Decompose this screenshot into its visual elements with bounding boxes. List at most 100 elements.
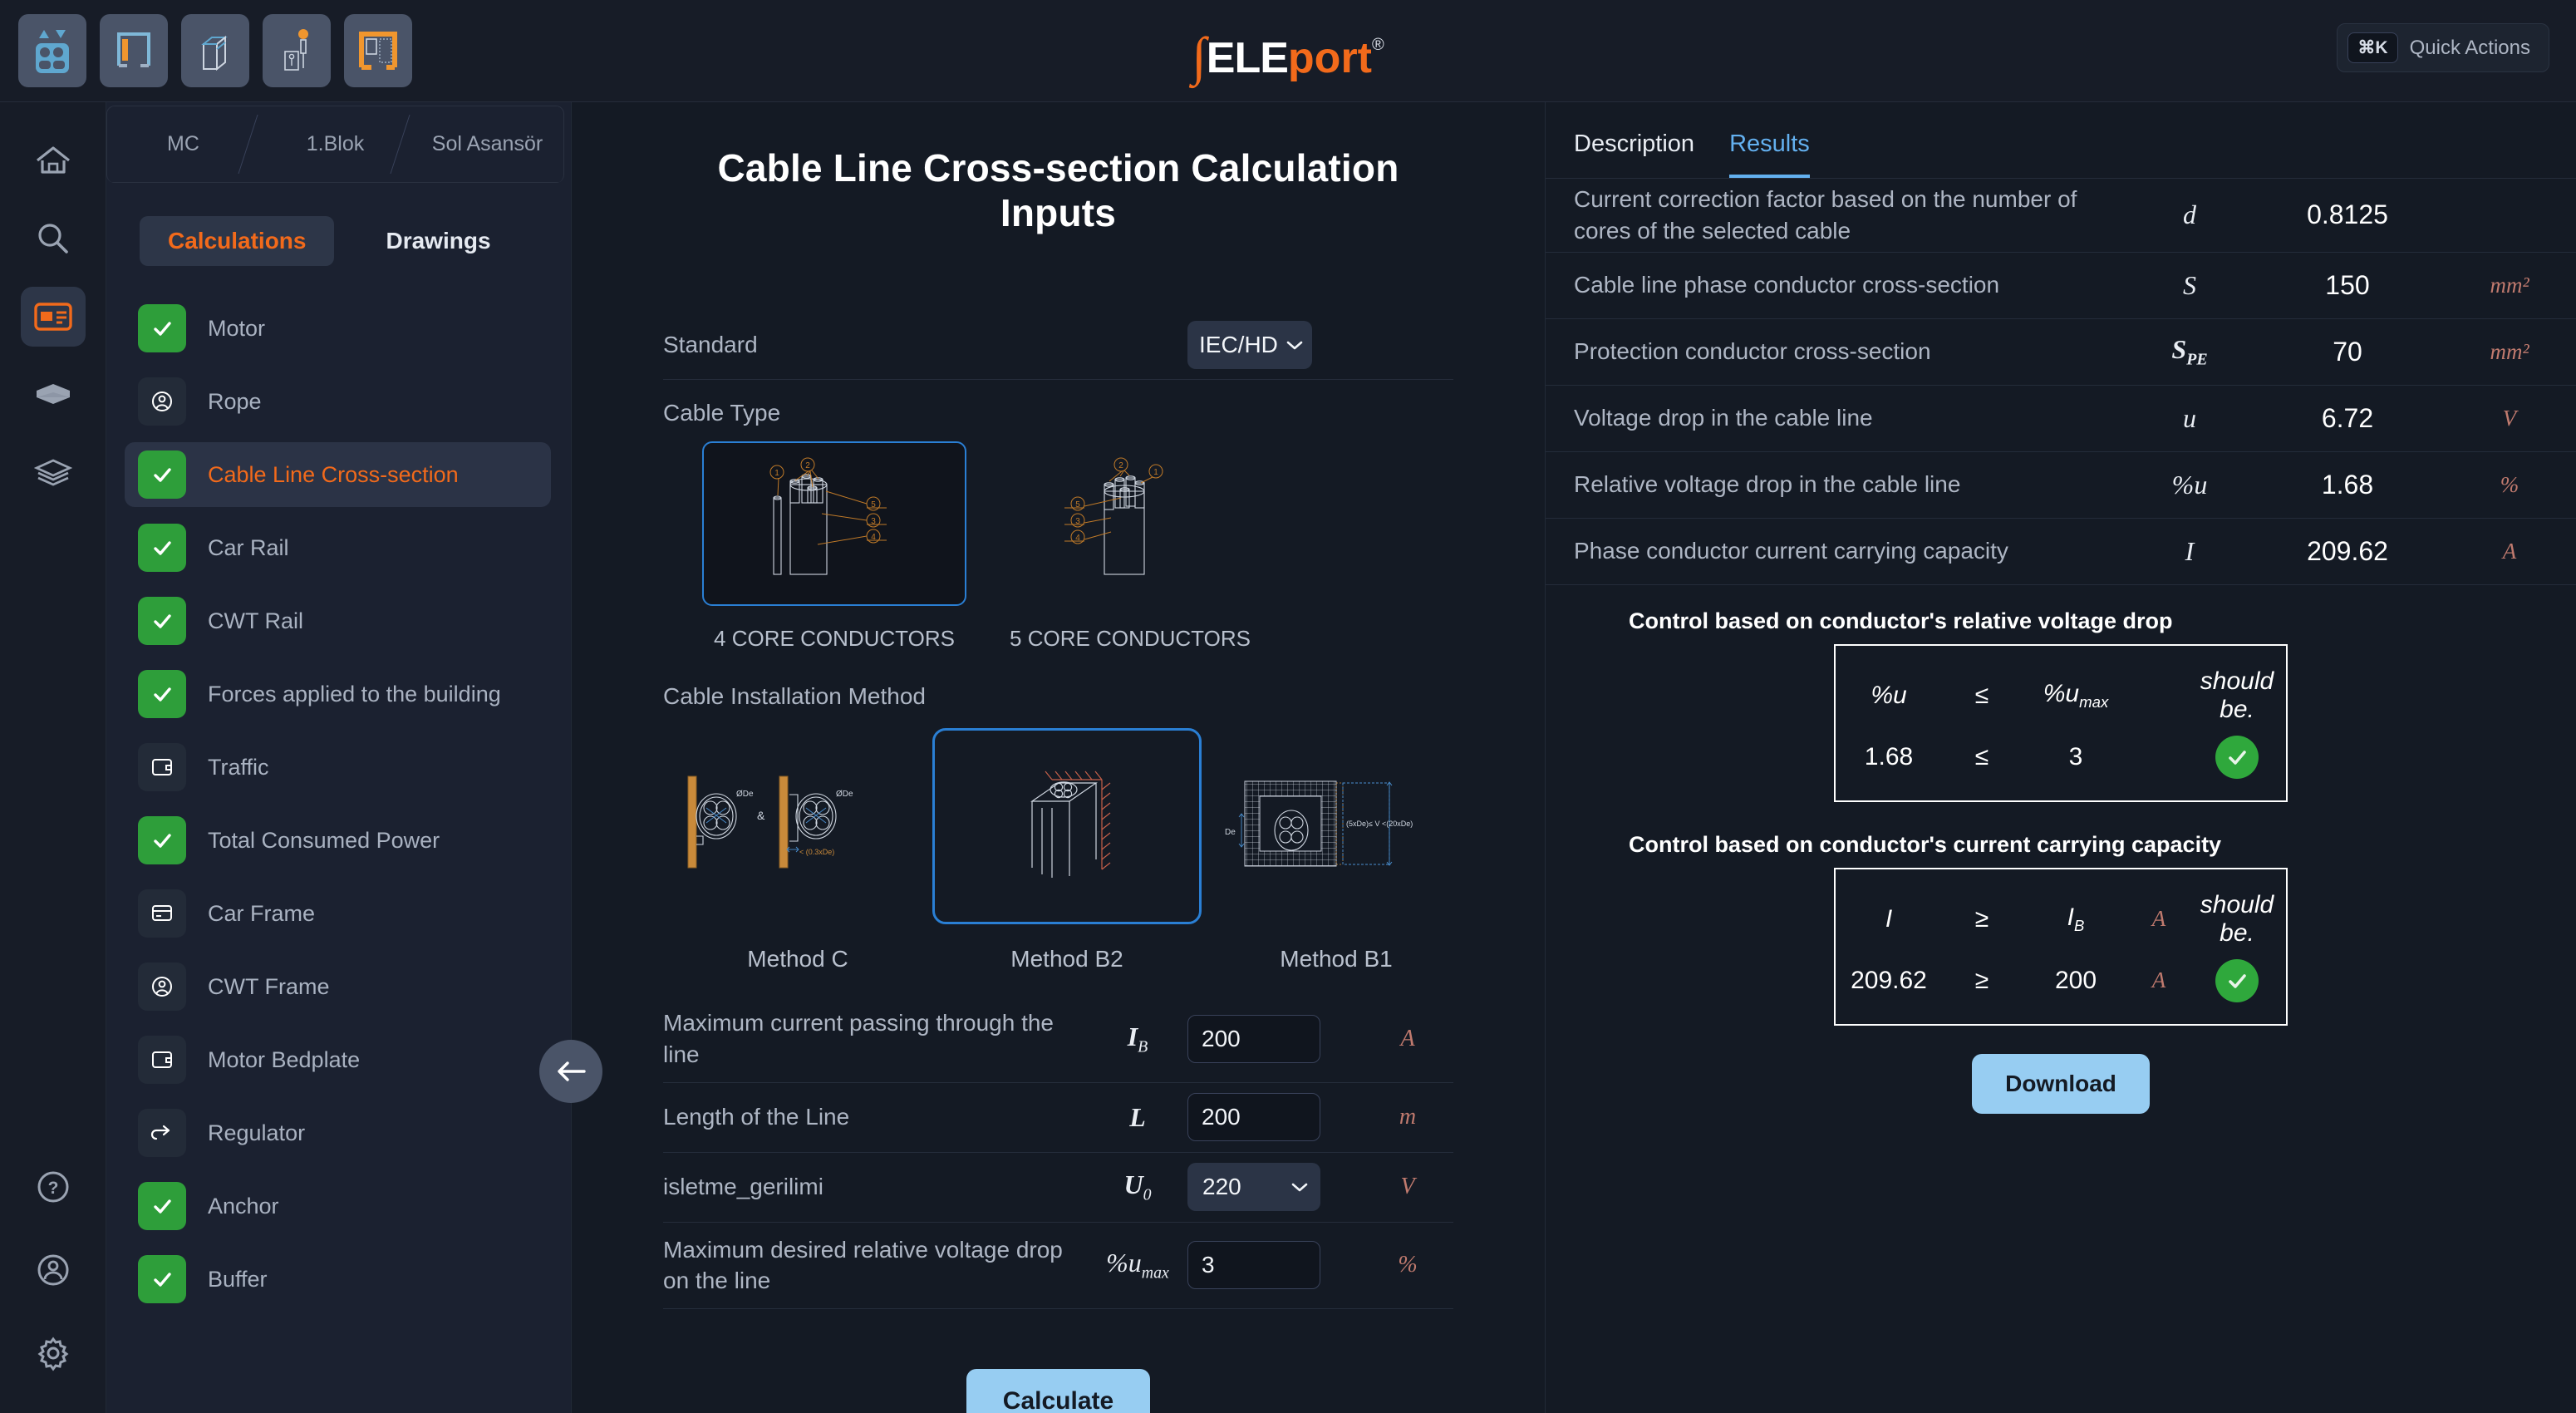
control-lhs-value: 1.68 [1864, 742, 1914, 771]
control-rhs-value-unit: A [2151, 967, 2166, 993]
control-pass-check-icon [2215, 958, 2259, 1002]
calculation-list: Motor Rope Cable Line Cross-section Car … [106, 273, 571, 1320]
input-operating-voltage-select[interactable]: 220 [1187, 1163, 1320, 1212]
wallet-icon [138, 1036, 186, 1084]
method-option-b1[interactable]: De (5xDe)≤ V <(20xDe) [1202, 728, 1471, 924]
method-caption-b2: Method B2 [1010, 946, 1123, 972]
input-symbol-l: L [1129, 1101, 1146, 1132]
standard-select[interactable]: IEC/HD [1187, 320, 1312, 369]
status-check-icon [138, 1255, 186, 1303]
input-row-line-length: Length of the Line L m [663, 1083, 1453, 1153]
breadcrumb-item-mc[interactable]: MC [107, 106, 259, 182]
list-item-label: Car Frame [208, 900, 316, 926]
status-check-icon [138, 1182, 186, 1230]
status-check-icon [138, 597, 186, 645]
status-check-icon [138, 816, 186, 864]
list-item-label: Traffic [208, 754, 269, 780]
tab-drawings[interactable]: Drawings [357, 216, 519, 266]
list-item[interactable]: Car Frame [125, 881, 551, 946]
cable-type-option-4core[interactable]: 1 2 5 3 4 [702, 441, 966, 606]
library-icon[interactable] [21, 365, 86, 425]
settings-gear-icon[interactable] [21, 1323, 86, 1383]
calculations-sidebar: MC 1.Blok Sol Asansör Calculations Drawi… [106, 102, 602, 1413]
hoistway-section-icon[interactable] [263, 14, 331, 87]
sidebar-segment-tabs: Calculations Drawings [106, 183, 571, 273]
list-item[interactable]: CWT Frame [125, 954, 551, 1019]
svg-text:2: 2 [805, 461, 810, 470]
list-item-label: Forces applied to the building [208, 681, 501, 706]
tool-icon-group [0, 14, 412, 87]
result-label: Cable line phase conductor cross-section [1574, 272, 2000, 298]
breadcrumb-item-elevator[interactable]: Sol Asansör [411, 106, 563, 182]
svg-text:4: 4 [871, 533, 876, 542]
breadcrumb-item-blok[interactable]: 1.Blok [259, 106, 411, 182]
chevron-down-icon [1291, 1183, 1308, 1192]
list-item[interactable]: Regulator [125, 1100, 551, 1165]
list-item-cable-line-cross-section[interactable]: Cable Line Cross-section [125, 442, 551, 507]
projects-card-icon[interactable] [20, 287, 86, 347]
account-circle-icon [138, 377, 186, 426]
list-item[interactable]: Traffic [125, 735, 551, 800]
home-icon[interactable] [21, 130, 86, 190]
status-check-icon [138, 524, 186, 572]
installation-method-label: Cable Installation Method [663, 683, 926, 709]
input-max-current[interactable] [1187, 1014, 1320, 1063]
list-item[interactable]: Motor Bedplate [125, 1027, 551, 1092]
method-option-b2[interactable] [932, 728, 1202, 924]
list-item[interactable]: Motor [125, 296, 551, 361]
status-check-icon [138, 304, 186, 352]
input-unit-max-voltage-drop: % [1398, 1252, 1418, 1278]
machine-room-layout-icon[interactable] [344, 14, 412, 87]
standard-label: Standard [663, 331, 758, 357]
control-rhs-unit: A [2151, 906, 2166, 932]
list-item[interactable]: Forces applied to the building [125, 662, 551, 726]
quick-actions-button[interactable]: ⌘K Quick Actions [2337, 23, 2549, 72]
cable-type-option-5core[interactable]: 2 1 5 3 4 [998, 441, 1262, 606]
list-item[interactable]: Buffer [125, 1247, 551, 1312]
result-value: 1.68 [2321, 469, 2374, 500]
account-icon[interactable] [21, 1240, 86, 1300]
chevron-down-icon [1286, 341, 1303, 349]
control-header-row: I ≥ IB A should be. [1836, 891, 2286, 948]
list-item[interactable]: CWT Rail [125, 588, 551, 653]
input-symbol-umax: %umax [1106, 1248, 1169, 1283]
svg-text:1: 1 [1153, 468, 1158, 477]
method-c-gap-label: < (0.3xDe) [799, 848, 834, 856]
wallet-icon [138, 743, 186, 791]
tab-calculations[interactable]: Calculations [140, 216, 335, 266]
tab-description[interactable]: Description [1574, 130, 1694, 178]
help-icon[interactable]: ? [21, 1157, 86, 1217]
cable-type-caption-4core: 4 CORE CONDUCTORS [714, 626, 955, 651]
control-lhs-symbol: %u [1871, 681, 1907, 709]
list-item-label: Buffer [208, 1266, 268, 1292]
input-operating-voltage-value: 220 [1202, 1174, 1241, 1200]
layers-icon[interactable] [21, 443, 86, 503]
left-icon-rail: ? [0, 102, 106, 1413]
list-item[interactable]: Total Consumed Power [125, 808, 551, 873]
list-item[interactable]: Anchor [125, 1174, 551, 1238]
download-button[interactable]: Download [1972, 1053, 2150, 1114]
result-value: 150 [2325, 269, 2370, 300]
svg-text:&: & [757, 809, 765, 822]
input-max-voltage-drop[interactable] [1187, 1241, 1320, 1290]
control-value-row: 1.68 ≤ 3 [1836, 735, 2286, 779]
app-body: ? MC 1.Blok Sol Asansör Calculations Dra… [0, 102, 2576, 1413]
search-icon[interactable] [21, 209, 86, 268]
control-box-current-capacity: I ≥ IB A should be. 209.62 ≥ 200 A [1834, 867, 2288, 1026]
shaft-plan-icon[interactable] [100, 14, 168, 87]
calculate-button[interactable]: Calculate [966, 1369, 1151, 1413]
collapse-left-arrow-icon[interactable] [539, 1040, 602, 1103]
list-item[interactable]: Rope [125, 369, 551, 434]
result-symbol-i: I [2185, 535, 2195, 566]
method-option-c[interactable]: ØDe & ØDe < (0.3xDe) [663, 728, 932, 924]
shaft-3d-icon[interactable] [181, 14, 249, 87]
result-unit: mm² [2490, 272, 2529, 298]
input-symbol-u0: U0 [1123, 1169, 1152, 1204]
method-b1-range-label: (5xDe)≤ V <(20xDe) [1346, 820, 1413, 828]
list-item-label: Cable Line Cross-section [208, 461, 459, 487]
elevator-car-icon[interactable] [18, 14, 86, 87]
control-title-current-capacity: Control based on conductor's current car… [1629, 831, 2222, 857]
list-item[interactable]: Car Rail [125, 515, 551, 580]
tab-results[interactable]: Results [1729, 130, 1810, 178]
input-line-length[interactable] [1187, 1093, 1320, 1142]
